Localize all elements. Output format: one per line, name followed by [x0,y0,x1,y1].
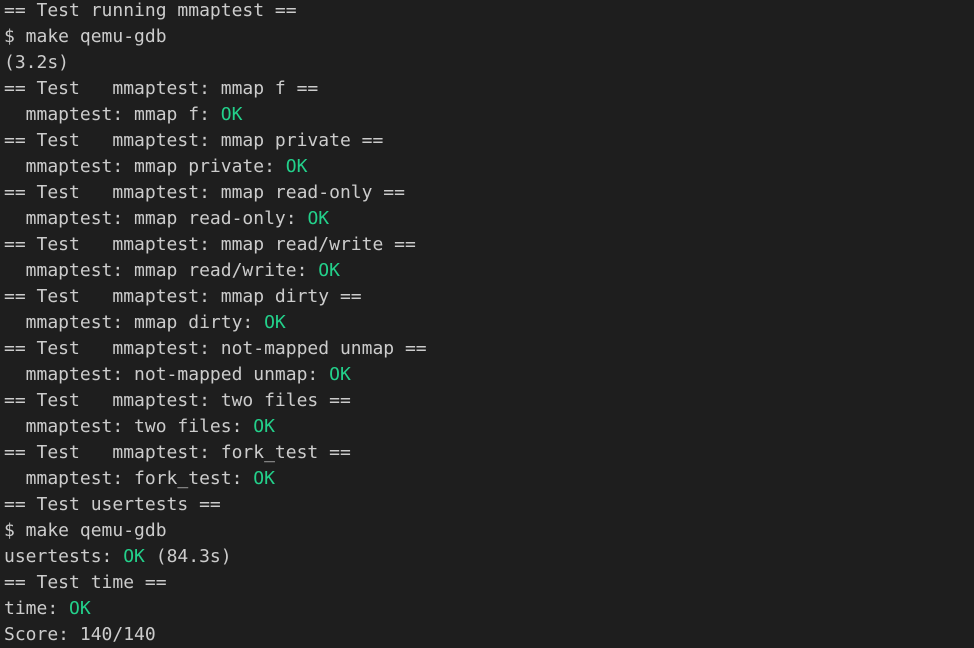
status-ok: OK [220,104,243,125]
terminal-text: == Test mmaptest: two files == [4,390,351,411]
terminal-text: == Test time == [4,572,167,593]
terminal-text: $ make qemu-gdb [4,26,167,47]
terminal-text: mmaptest: not-mapped unmap: [4,364,330,385]
terminal-text: == Test mmaptest: mmap dirty == [4,286,362,307]
terminal-text: mmaptest: two files: [4,416,254,437]
terminal-line: usertests: OK (84.3s) [4,544,974,570]
terminal-text: (3.2s) [4,52,70,73]
terminal-text: mmaptest: mmap read/write: [4,260,319,281]
status-ok: OK [253,416,275,437]
terminal-line: == Test mmaptest: mmap read/write == [4,232,974,258]
terminal-text: == Test mmaptest: fork_test == [4,442,351,463]
terminal-line: mmaptest: fork_test: OK [4,466,974,492]
terminal-line: == Test mmaptest: mmap dirty == [4,284,974,310]
terminal-line: (3.2s) [4,50,974,76]
terminal-line: == Test running mmaptest == [4,0,974,24]
terminal-line: == Test time == [4,570,974,596]
terminal-line: time: OK [4,596,974,622]
terminal-line: $ make qemu-gdb [4,24,974,50]
terminal-text: == Test mmaptest: not-mapped unmap == [4,338,427,359]
terminal-text: == Test usertests == [4,494,221,515]
status-ok: OK [307,208,330,229]
terminal-line: == Test mmaptest: fork_test == [4,440,974,466]
terminal-line: == Test mmaptest: not-mapped unmap == [4,336,974,362]
terminal-text: == Test mmaptest: mmap read/write == [4,234,416,255]
status-ok: OK [69,598,91,619]
terminal-line: == Test mmaptest: mmap read-only == [4,180,974,206]
terminal-text: == Test mmaptest: mmap private == [4,130,384,151]
terminal-line: mmaptest: mmap private: OK [4,154,974,180]
terminal-text: mmaptest: mmap dirty: [4,312,265,333]
terminal-line: Score: 140/140 [4,622,974,648]
terminal-text: time: [4,598,70,619]
status-ok: OK [318,260,340,281]
terminal-text: == Test mmaptest: mmap read-only == [4,182,405,203]
terminal-text: Score: 140/140 [4,624,156,645]
terminal-line: == Test mmaptest: mmap private == [4,128,974,154]
status-ok: OK [264,312,286,333]
terminal-text: usertests: [4,546,124,567]
status-ok: OK [123,546,145,567]
status-ok: OK [329,364,351,385]
terminal-text: mmaptest: mmap private: [4,156,286,177]
terminal-line: $ make qemu-gdb [4,518,974,544]
terminal-text: mmaptest: mmap read-only: [4,208,308,229]
terminal-text: $ make qemu-gdb [4,520,167,541]
terminal-line: mmaptest: mmap read-only: OK [4,206,974,232]
terminal-line: mmaptest: mmap read/write: OK [4,258,974,284]
terminal-text: == Test running mmaptest == [4,0,297,21]
terminal-line: == Test mmaptest: two files == [4,388,974,414]
status-ok: OK [253,468,275,489]
terminal-line: mmaptest: mmap f: OK [4,102,974,128]
terminal-line: mmaptest: mmap dirty: OK [4,310,974,336]
terminal-line: mmaptest: two files: OK [4,414,974,440]
terminal-line: == Test usertests == [4,492,974,518]
terminal-line: mmaptest: not-mapped unmap: OK [4,362,974,388]
status-ok: OK [285,156,308,177]
terminal-text: mmaptest: fork_test: [4,468,254,489]
terminal-text: == Test mmaptest: mmap f == [4,78,319,99]
terminal-text: mmaptest: mmap f: [4,104,221,125]
terminal-output[interactable]: == Test running mmaptest == $ make qemu-g… [0,0,974,646]
terminal-text: (84.3s) [144,546,232,567]
terminal-line: == Test mmaptest: mmap f == [4,76,974,102]
